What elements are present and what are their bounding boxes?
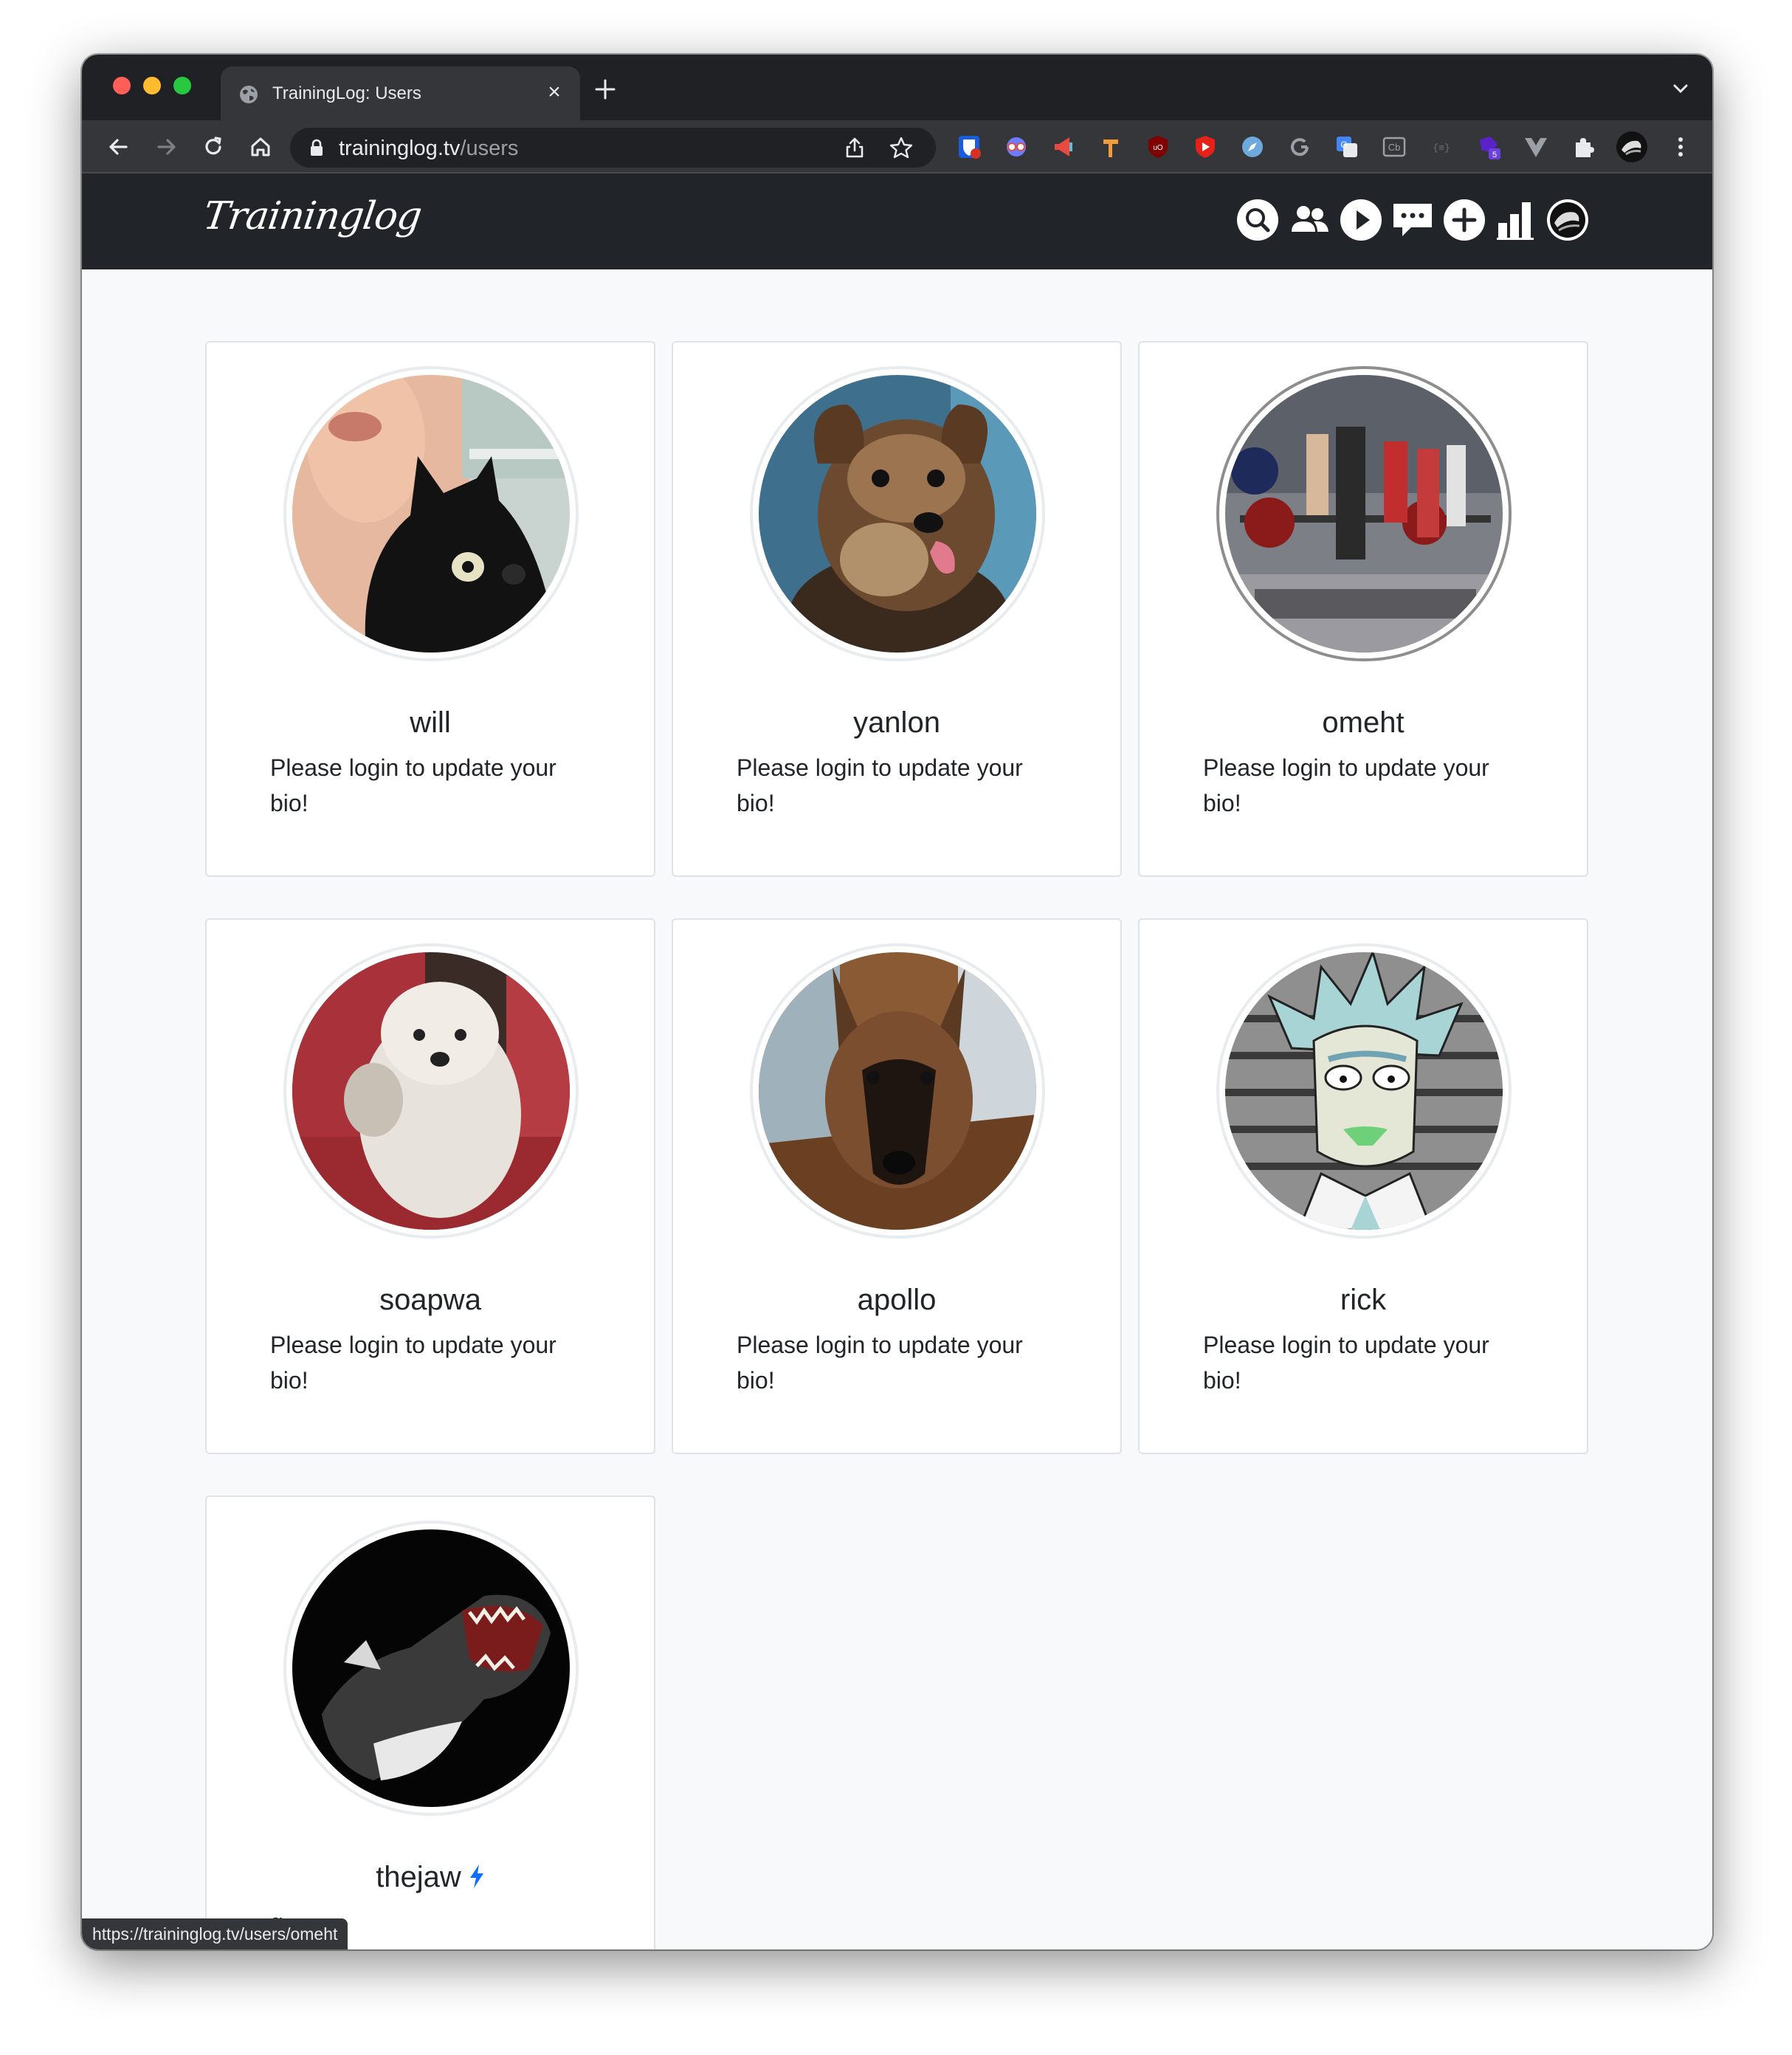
reader-extension-icon[interactable] xyxy=(1003,134,1030,160)
compass-extension-icon[interactable] xyxy=(1239,134,1266,160)
users-grid: will Please login to update your bio! ya… xyxy=(82,269,1712,1949)
avatar-photo-gym xyxy=(1225,375,1503,653)
user-name-text[interactable]: thejaw xyxy=(376,1861,461,1893)
user-avatar[interactable] xyxy=(750,943,1045,1239)
translate-extension-icon[interactable]: G xyxy=(1334,134,1360,160)
cb-extension-icon[interactable]: Cb xyxy=(1381,134,1407,160)
user-bio: Please login to update your bio! xyxy=(270,1332,556,1394)
user-card-apollo[interactable]: apollo Please login to update your bio! xyxy=(672,918,1122,1454)
user-name[interactable]: thejaw xyxy=(207,1859,654,1896)
user-name[interactable]: will xyxy=(207,704,654,741)
user-bio: Please login to update your bio! xyxy=(737,754,1023,816)
close-window-button[interactable] xyxy=(113,77,131,94)
user-name[interactable]: omeht xyxy=(1140,704,1587,741)
browser-window: TrainingLog: Users × traininglog.tv/user… xyxy=(82,55,1712,1949)
user-card-will[interactable]: will Please login to update your bio! xyxy=(205,341,655,877)
user-bio: Please login to update your bio! xyxy=(1203,754,1489,816)
globe-icon xyxy=(240,86,258,103)
chevron-down-icon[interactable] xyxy=(1672,83,1689,94)
user-bio: Please login to update your bio! xyxy=(1203,1332,1489,1394)
user-name[interactable]: yanlon xyxy=(673,704,1120,741)
user-card-thejaw[interactable]: thejaw g xyxy=(205,1495,655,1949)
tab-title: TrainingLog: Users xyxy=(272,83,421,103)
user-avatar[interactable] xyxy=(283,1521,579,1816)
maximize-window-button[interactable] xyxy=(173,77,191,94)
svg-text:Cb: Cb xyxy=(1388,142,1401,153)
vue-extension-icon[interactable] xyxy=(1523,134,1549,160)
add-icon[interactable] xyxy=(1442,198,1486,242)
user-card-yanlon[interactable]: yanlon Please login to update your bio! xyxy=(672,341,1122,877)
user-name[interactable]: apollo xyxy=(673,1281,1120,1318)
user-name[interactable]: soapwa xyxy=(207,1281,654,1318)
user-bio: Please login to update your bio! xyxy=(270,754,556,816)
stats-icon[interactable] xyxy=(1494,198,1538,242)
hammer-extension-icon[interactable] xyxy=(1097,134,1124,160)
ublock-extension-icon[interactable]: uO xyxy=(1145,134,1171,160)
avatar-illustration-rick xyxy=(1225,952,1503,1230)
share-icon[interactable] xyxy=(844,137,866,159)
link-status-bar: https://traininglog.tv/users/omeht xyxy=(82,1918,348,1949)
user-name[interactable]: rick xyxy=(1140,1281,1587,1318)
puzzle-icon[interactable] xyxy=(1570,134,1596,160)
reload-icon[interactable] xyxy=(199,132,228,162)
avatar-photo-boy-with-cat xyxy=(292,375,570,653)
forward-icon[interactable] xyxy=(151,132,181,162)
avatar-photo-dog xyxy=(759,375,1036,653)
url-text[interactable]: traininglog.tv/users xyxy=(339,137,518,160)
youtube-extension-icon[interactable] xyxy=(1192,134,1219,160)
play-icon[interactable] xyxy=(1339,198,1383,242)
user-card-soapwa[interactable]: soapwa Please login to update your bio! xyxy=(205,918,655,1454)
svg-text:{≡}: {≡} xyxy=(1433,142,1450,154)
new-tab-icon[interactable] xyxy=(593,77,618,102)
json-extension-icon[interactable]: {≡} xyxy=(1428,134,1455,160)
bitwarden-extension-icon[interactable] xyxy=(956,134,982,160)
extension-badge-count: 5 xyxy=(1492,151,1497,159)
user-avatar[interactable] xyxy=(1216,366,1512,661)
back-icon[interactable] xyxy=(104,132,134,162)
tab-active[interactable]: TrainingLog: Users × xyxy=(221,66,580,120)
avatar-photo-shepherd-puppy xyxy=(759,952,1036,1230)
tab-close-icon[interactable]: × xyxy=(543,81,565,103)
bookmark-star-icon[interactable] xyxy=(889,136,913,159)
user-card-omeht[interactable]: omeht Please login to update your bio! xyxy=(1138,341,1588,877)
megaphone-extension-icon[interactable] xyxy=(1050,134,1077,160)
tab-strip: TrainingLog: Users × xyxy=(82,55,1712,120)
profile-avatar[interactable] xyxy=(1545,198,1590,242)
svg-text:uO: uO xyxy=(1153,144,1163,152)
browser-toolbar: traininglog.tv/users uO G Cb {≡} 5 xyxy=(82,120,1712,173)
avatar-photo-white-dog-on-chair xyxy=(292,952,570,1230)
more-menu-icon[interactable] xyxy=(1667,134,1694,160)
minimize-window-button[interactable] xyxy=(143,77,161,94)
profile-avatar[interactable] xyxy=(1616,131,1648,163)
brand-logo[interactable]: Traininglog xyxy=(201,194,424,238)
user-avatar[interactable] xyxy=(283,366,579,661)
grammar-extension-icon[interactable] xyxy=(1286,134,1313,160)
user-bio: Please login to update your bio! xyxy=(737,1332,1023,1394)
users-icon[interactable] xyxy=(1287,198,1331,242)
home-icon[interactable] xyxy=(246,132,275,162)
svg-text:G: G xyxy=(1340,140,1347,150)
lock-icon[interactable] xyxy=(309,139,324,156)
user-card-rick[interactable]: rick Please login to update your bio! xyxy=(1138,918,1588,1454)
chat-icon[interactable] xyxy=(1390,198,1435,242)
user-avatar[interactable] xyxy=(750,366,1045,661)
user-avatar[interactable] xyxy=(283,943,579,1239)
search-icon[interactable] xyxy=(1236,198,1280,242)
address-bar[interactable]: traininglog.tv/users xyxy=(290,128,936,168)
user-avatar[interactable] xyxy=(1216,943,1512,1239)
avatar-photo-growling-dog xyxy=(292,1529,570,1807)
purple-extension-icon[interactable]: 5 xyxy=(1475,134,1502,160)
bolt-icon xyxy=(469,1865,483,1888)
app-navbar: Traininglog xyxy=(82,173,1712,269)
